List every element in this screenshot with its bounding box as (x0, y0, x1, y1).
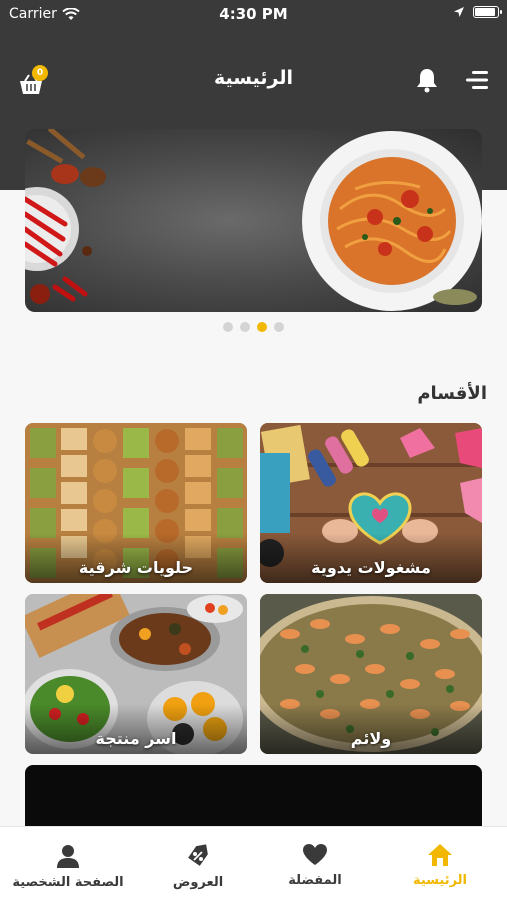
bell-icon (417, 69, 437, 93)
category-card-feasts[interactable]: ولائم (260, 594, 482, 754)
user-icon (57, 845, 79, 868)
category-card-oriental-sweets[interactable]: حلويات شرقية (25, 423, 247, 583)
navigation-bar: 0 الرئيسية (0, 55, 507, 105)
tab-home-label: الرئيسية (412, 873, 468, 888)
tab-favorites[interactable]: المفضلة (255, 843, 375, 888)
status-time: 4:30 PM (219, 5, 288, 23)
tab-favorites-label: المفضلة (288, 873, 342, 888)
tab-offers[interactable]: العروض (138, 843, 258, 890)
banner-pagination[interactable] (0, 322, 507, 332)
pagination-dot[interactable] (274, 322, 284, 332)
tab-bar: الرئيسية المفضلة العروض الصفحة الشخصية (0, 826, 507, 900)
promo-banner[interactable] (25, 129, 482, 312)
banner-food-image (25, 129, 482, 311)
heart-icon (303, 844, 327, 865)
status-right (453, 6, 502, 18)
category-label: ولائم (350, 729, 392, 748)
tab-offers-label: العروض (172, 875, 224, 890)
pagination-dot[interactable] (240, 322, 250, 332)
notifications-button[interactable] (415, 67, 441, 95)
category-label: مشغولات يدوية (311, 558, 431, 577)
tab-home[interactable]: الرئيسية (380, 843, 500, 888)
status-bar: Carrier 4:30 PM (0, 0, 507, 30)
category-card-handicrafts[interactable]: مشغولات يدوية (260, 423, 482, 583)
battery-icon (473, 6, 502, 18)
discount-tag-icon (188, 844, 208, 866)
location-arrow-icon (454, 7, 464, 17)
category-label: حلويات شرقية (78, 558, 194, 577)
categories-title: الأقسام (417, 383, 487, 404)
pagination-dot-active[interactable] (257, 322, 267, 332)
menu-icon (466, 71, 488, 89)
category-card-productive-families[interactable]: اسر منتجة (25, 594, 247, 754)
home-icon (428, 844, 452, 866)
pagination-dot[interactable] (223, 322, 233, 332)
menu-button[interactable] (462, 69, 490, 93)
category-card-partial[interactable] (25, 765, 482, 835)
category-label: اسر منتجة (95, 729, 177, 748)
tab-profile[interactable]: الصفحة الشخصية (8, 843, 128, 890)
tab-profile-label: الصفحة الشخصية (12, 875, 124, 890)
